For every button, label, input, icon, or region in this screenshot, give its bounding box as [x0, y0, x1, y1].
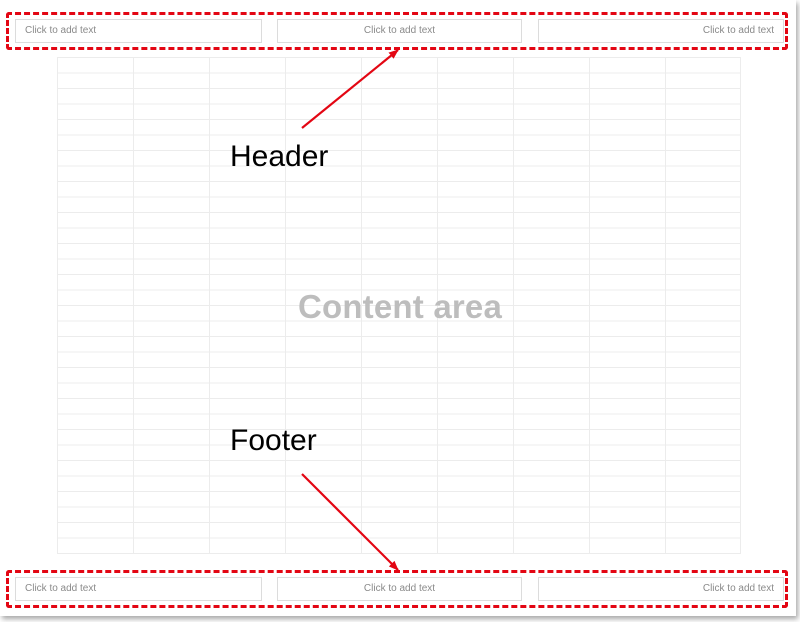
footer-annotation-label: Footer — [230, 424, 317, 457]
content-area-label: Content area — [297, 288, 503, 325]
footer-highlight-box — [6, 570, 788, 608]
header-highlight-box — [6, 12, 788, 50]
header-annotation-label: Header — [230, 140, 329, 173]
